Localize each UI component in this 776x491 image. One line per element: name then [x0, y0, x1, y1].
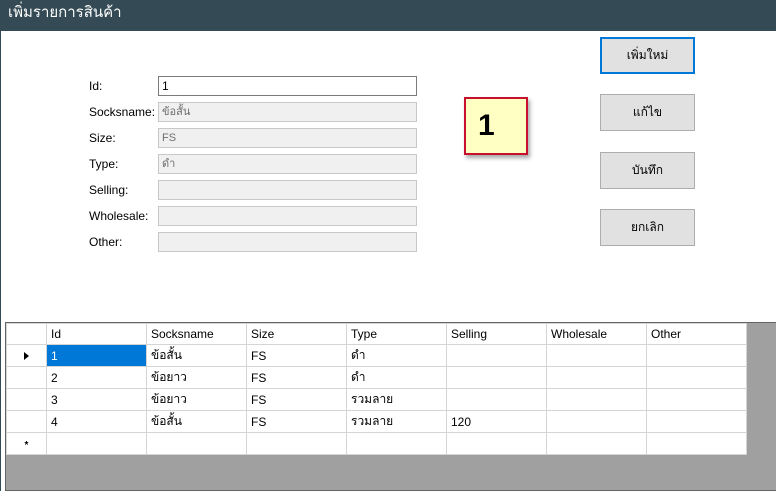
column-header-type[interactable]: Type: [346, 323, 447, 345]
table-cell[interactable]: รวมลาย: [346, 388, 447, 411]
table-cell[interactable]: 2: [46, 366, 147, 389]
column-header-id[interactable]: Id: [46, 323, 147, 345]
wholesale-label: Wholesale:: [89, 209, 149, 223]
header-row: Id Socksname Size Type Selling Wholesale…: [6, 323, 747, 345]
table-cell[interactable]: FS: [246, 344, 347, 367]
table-cell[interactable]: [246, 432, 347, 455]
type-label: Type:: [89, 157, 119, 171]
table-cell[interactable]: [546, 388, 647, 411]
row-header[interactable]: [6, 344, 47, 367]
column-header-size[interactable]: Size: [246, 323, 347, 345]
other-label: Other:: [89, 235, 123, 249]
row-header[interactable]: [6, 388, 47, 411]
table-cell[interactable]: [546, 410, 647, 433]
other-field[interactable]: [158, 232, 417, 252]
table-cell[interactable]: ข้อสั้น: [146, 344, 247, 367]
new-row-header[interactable]: *: [6, 432, 47, 455]
selling-field[interactable]: [158, 180, 417, 200]
table-cell[interactable]: [646, 410, 747, 433]
table-cell[interactable]: ข้อสั้น: [146, 410, 247, 433]
table-cell[interactable]: ข้อยาว: [146, 366, 247, 389]
products-grid[interactable]: Id Socksname Size Type Selling Wholesale…: [5, 322, 776, 491]
table-cell[interactable]: [646, 344, 747, 367]
row-header[interactable]: [6, 410, 47, 433]
column-header-selling[interactable]: Selling: [446, 323, 547, 345]
type-field[interactable]: ดำ: [158, 154, 417, 174]
column-header-wholesale[interactable]: Wholesale: [546, 323, 647, 345]
table-row[interactable]: 3 ข้อยาว FS รวมลาย: [6, 388, 747, 411]
cancel-button[interactable]: ยกเลิก: [600, 209, 695, 246]
table-cell[interactable]: 4: [46, 410, 147, 433]
column-header-socksname[interactable]: Socksname: [146, 323, 247, 345]
table-cell[interactable]: FS: [246, 388, 347, 411]
id-label: Id:: [89, 79, 103, 93]
table-cell[interactable]: ข้อยาว: [146, 388, 247, 411]
table-cell[interactable]: รวมลาย: [346, 410, 447, 433]
selling-label: Selling:: [89, 183, 129, 197]
table-cell[interactable]: [546, 366, 647, 389]
row-header[interactable]: [6, 366, 47, 389]
table-cell[interactable]: ดำ: [346, 344, 447, 367]
new-row-marker: *: [24, 439, 29, 451]
column-header-other[interactable]: Other: [646, 323, 747, 345]
corner-header-cell[interactable]: [6, 323, 47, 345]
table-row[interactable]: 4 ข้อสั้น FS รวมลาย 120: [6, 410, 747, 433]
table-cell[interactable]: [346, 432, 447, 455]
table-cell[interactable]: ดำ: [346, 366, 447, 389]
table-cell[interactable]: [646, 366, 747, 389]
table-cell[interactable]: [546, 432, 647, 455]
table-cell[interactable]: [446, 388, 547, 411]
table-cell[interactable]: 3: [46, 388, 147, 411]
table-cell[interactable]: [446, 432, 547, 455]
wholesale-field[interactable]: [158, 206, 417, 226]
table-cell[interactable]: [446, 366, 547, 389]
save-button[interactable]: บันทึก: [600, 152, 695, 189]
size-label: Size:: [89, 131, 116, 145]
record-number-badge: 1: [464, 97, 528, 155]
table-cell[interactable]: [446, 344, 547, 367]
table-cell[interactable]: 1: [46, 344, 147, 367]
window-title: เพิ่มรายการสินค้า: [0, 0, 776, 31]
table-cell[interactable]: FS: [246, 410, 347, 433]
row-pointer-icon: [24, 351, 29, 360]
table-row[interactable]: 1 ข้อสั้น FS ดำ: [6, 344, 747, 367]
products-table: Id Socksname Size Type Selling Wholesale…: [6, 323, 747, 455]
add-new-button[interactable]: เพิ่มใหม่: [600, 37, 695, 74]
table-cell[interactable]: FS: [246, 366, 347, 389]
table-cell[interactable]: [646, 432, 747, 455]
socksname-field[interactable]: ข้อสั้น: [158, 102, 417, 122]
table-row[interactable]: 2 ข้อยาว FS ดำ: [6, 366, 747, 389]
table-cell[interactable]: [646, 388, 747, 411]
id-field[interactable]: 1: [158, 76, 417, 96]
table-cell[interactable]: [146, 432, 247, 455]
table-cell[interactable]: [46, 432, 147, 455]
new-row[interactable]: *: [6, 432, 747, 455]
socksname-label: Socksname:: [89, 105, 156, 119]
size-field[interactable]: FS: [158, 128, 417, 148]
table-cell[interactable]: [546, 344, 647, 367]
table-cell[interactable]: 120: [446, 410, 547, 433]
edit-button[interactable]: แก้ไข: [600, 94, 695, 131]
